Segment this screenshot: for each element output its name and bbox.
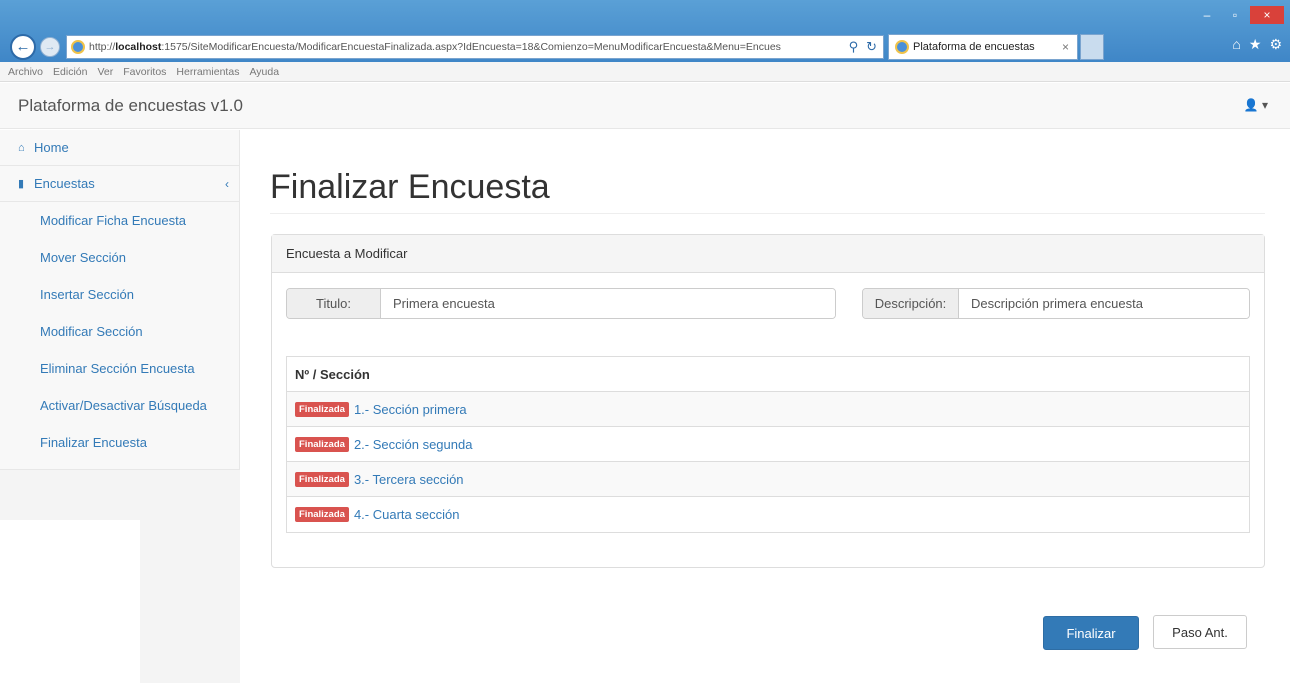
sidebar-filler — [0, 470, 240, 520]
sidebar: ⌂ Home ▮ Encuestas ‹ Modificar Ficha Enc… — [0, 130, 240, 470]
menu-herramientas[interactable]: Herramientas — [176, 66, 239, 78]
menu-archivo[interactable]: Archivo — [8, 66, 43, 78]
home-icon: ⌂ — [18, 141, 25, 154]
sidebar-filler-lower — [140, 520, 240, 683]
section-link[interactable]: 1.- Sección primera — [354, 402, 467, 417]
sidebar-item-label: Home — [34, 140, 69, 155]
paso-anterior-button[interactable]: Paso Ant. — [1153, 615, 1247, 649]
chevron-left-icon: ‹ — [225, 176, 229, 191]
sidebar-item-encuestas[interactable]: ▮ Encuestas ‹ — [0, 166, 239, 202]
browser-menubar: Archivo Edición Ver Favoritos Herramient… — [0, 62, 1290, 82]
titulo-label: Titulo: — [287, 289, 381, 318]
table-header: Nº / Sección — [287, 357, 1249, 392]
favorites-star-icon[interactable]: ★ — [1249, 36, 1262, 53]
sidebar-item-label: Encuestas — [34, 176, 95, 191]
sidebar-item-insertar-seccion[interactable]: Insertar Sección — [0, 276, 239, 313]
tab-title: Plataforma de encuestas — [913, 41, 1035, 53]
back-button[interactable]: ← — [10, 34, 36, 60]
table-row: Finalizada 4.- Cuarta sección — [287, 497, 1249, 532]
sections-table: Nº / Sección Finalizada 1.- Sección prim… — [286, 356, 1250, 533]
sidebar-item-modificar-ficha[interactable]: Modificar Ficha Encuesta — [0, 202, 239, 239]
survey-panel: Encuesta a Modificar Titulo: Primera enc… — [271, 234, 1265, 568]
descripcion-input-group: Descripción: Descripción primera encuest… — [862, 288, 1250, 319]
new-tab-button[interactable] — [1080, 34, 1104, 60]
descripcion-label: Descripción: — [863, 289, 959, 318]
bookmark-icon: ▮ — [18, 178, 25, 190]
maximize-icon[interactable]: ▫ — [1222, 6, 1248, 24]
site-favicon-icon — [71, 40, 85, 54]
table-row: Finalizada 3.- Tercera sección — [287, 462, 1249, 497]
status-badge: Finalizada — [295, 436, 349, 452]
url-text: http://localhost:1575/SiteModificarEncue… — [89, 41, 781, 53]
status-badge: Finalizada — [295, 401, 349, 417]
user-menu-icon[interactable]: 👤 ▾ — [1244, 98, 1268, 112]
sidebar-item-activar-busqueda[interactable]: Activar/Desactivar Búsqueda — [0, 387, 239, 424]
menu-ver[interactable]: Ver — [97, 66, 113, 78]
sidebar-item-eliminar-seccion[interactable]: Eliminar Sección Encuesta — [0, 350, 239, 387]
titulo-field[interactable]: Primera encuesta — [381, 289, 835, 318]
address-bar[interactable]: http://localhost:1575/SiteModificarEncue… — [66, 35, 884, 59]
titulo-input-group: Titulo: Primera encuesta — [286, 288, 836, 319]
browser-toolbar-icons: ⌂ ★ ⚙ — [1232, 36, 1282, 53]
settings-gear-icon[interactable]: ⚙ — [1269, 36, 1282, 53]
app-navbar: Plataforma de encuestas v1.0 👤 ▾ — [0, 83, 1290, 129]
search-icon[interactable]: ⚲ — [849, 39, 859, 55]
address-actions: ⚲ ↻ — [843, 39, 883, 55]
section-link[interactable]: 4.- Cuarta sección — [354, 507, 460, 522]
refresh-icon[interactable]: ↻ — [866, 39, 877, 55]
sidebar-item-home[interactable]: ⌂ Home — [0, 130, 239, 166]
menu-ayuda[interactable]: Ayuda — [249, 66, 279, 78]
table-row: Finalizada 1.- Sección primera — [287, 392, 1249, 427]
sidebar-item-modificar-seccion[interactable]: Modificar Sección — [0, 313, 239, 350]
sidebar-item-mover-seccion[interactable]: Mover Sección — [0, 239, 239, 276]
page-title: Finalizar Encuesta — [270, 168, 550, 206]
menu-edicion[interactable]: Edición — [53, 66, 87, 78]
window-controls: – ▫ × — [1194, 6, 1284, 24]
browser-titlebar: – ▫ × ← → http://localhost:1575/SiteModi… — [0, 0, 1290, 62]
status-badge: Finalizada — [295, 507, 349, 522]
section-link[interactable]: 3.- Tercera sección — [354, 472, 464, 487]
title-divider — [270, 213, 1265, 214]
section-link[interactable]: 2.- Sección segunda — [354, 437, 473, 452]
sidebar-item-finalizar-encuesta[interactable]: Finalizar Encuesta — [0, 424, 239, 461]
menu-favoritos[interactable]: Favoritos — [123, 66, 166, 78]
minimize-icon[interactable]: – — [1194, 6, 1220, 24]
panel-heading: Encuesta a Modificar — [272, 235, 1264, 273]
table-row: Finalizada 2.- Sección segunda — [287, 427, 1249, 462]
close-window-icon[interactable]: × — [1250, 6, 1284, 24]
tab-close-icon[interactable]: × — [1062, 40, 1077, 54]
finalizar-button[interactable]: Finalizar — [1043, 616, 1139, 650]
tab-favicon-icon — [895, 40, 909, 54]
brand-title[interactable]: Plataforma de encuestas v1.0 — [18, 96, 243, 116]
descripcion-field[interactable]: Descripción primera encuesta — [959, 289, 1249, 318]
forward-button[interactable]: → — [40, 37, 60, 57]
browser-tab[interactable]: Plataforma de encuestas × — [888, 34, 1078, 60]
home-icon[interactable]: ⌂ — [1232, 36, 1240, 53]
status-badge: Finalizada — [295, 471, 349, 487]
